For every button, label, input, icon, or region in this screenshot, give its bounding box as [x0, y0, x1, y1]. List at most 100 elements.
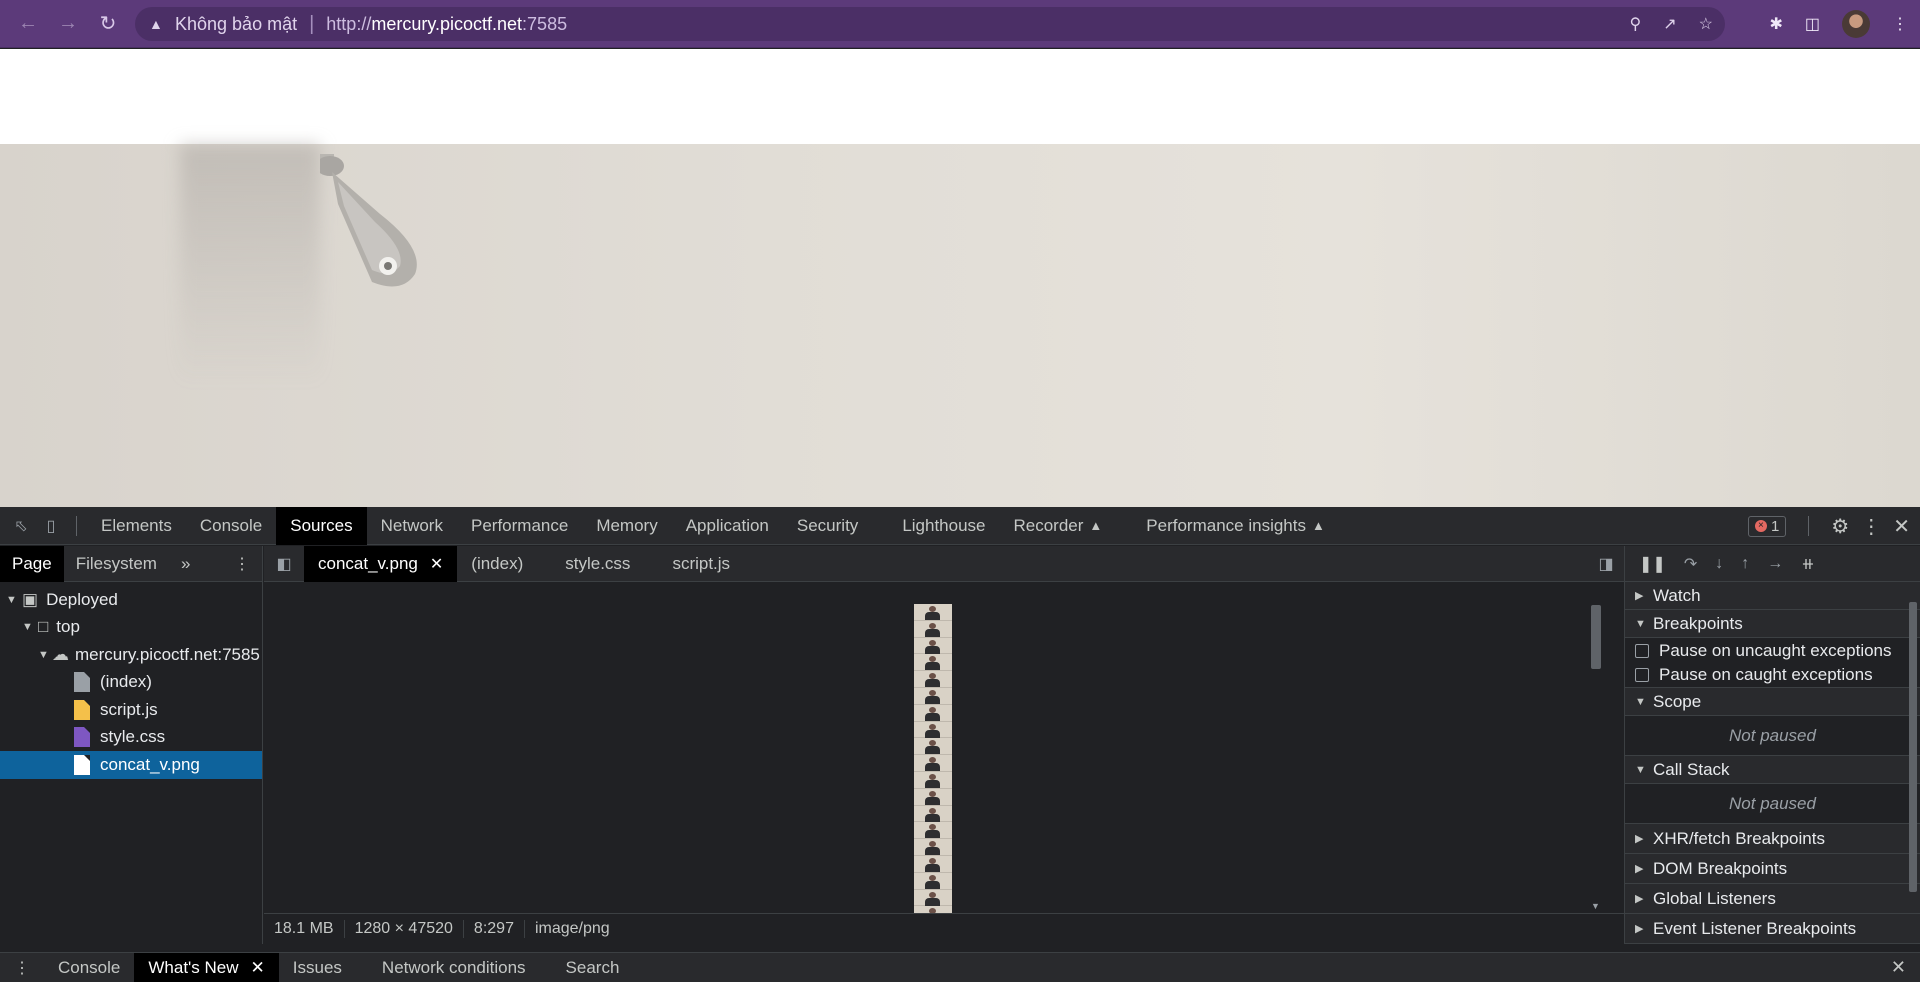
drawer-menu-icon[interactable]: ⋮ — [0, 958, 44, 978]
step-over-icon[interactable]: ↷ — [1684, 554, 1697, 574]
sidepanel-icon[interactable]: ◫ — [1805, 14, 1820, 34]
global-listeners-section[interactable]: ▶ Global Listeners — [1625, 884, 1920, 914]
tab-lighthouse[interactable]: Lighthouse — [888, 507, 999, 545]
editor-tab-script[interactable]: script.js — [658, 546, 744, 582]
person-body — [925, 847, 940, 856]
device-toolbar-icon[interactable]: ▯ — [36, 511, 66, 541]
thumbnail-frame — [914, 772, 952, 789]
expand-triangle-icon[interactable]: ▼ — [6, 594, 18, 606]
editor-tab-concat-v[interactable]: concat_v.png ✕ — [304, 545, 458, 582]
pause-uncaught-option[interactable]: Pause on uncaught exceptions — [1625, 638, 1920, 663]
tree-file-index[interactable]: (index) — [0, 669, 262, 697]
debugger-scrollbar[interactable] — [1906, 582, 1920, 944]
tree-item-deployed[interactable]: ▼ ▣ Deployed — [0, 586, 262, 614]
tab-console[interactable]: Console — [186, 507, 276, 545]
close-tab-icon[interactable]: ✕ — [430, 554, 443, 574]
expand-triangle-icon[interactable]: ▼ — [22, 621, 34, 633]
avatar[interactable] — [1842, 10, 1870, 38]
tree-item-origin[interactable]: ▼ ☁ mercury.picoctf.net:7585 — [0, 641, 262, 669]
close-devtools-icon[interactable]: ✕ — [1893, 514, 1910, 539]
watch-section[interactable]: ▶ Watch — [1625, 582, 1920, 610]
navigator-tab-filesystem[interactable]: Filesystem — [64, 546, 169, 582]
drawer-tab-search[interactable]: Search — [552, 953, 634, 982]
drawer-tab-network-conditions[interactable]: Network conditions — [368, 953, 552, 982]
step-out-icon[interactable]: ↑ — [1741, 555, 1749, 573]
toggle-debugger-icon[interactable]: ◨ — [1588, 554, 1624, 574]
wall-shadow — [180, 144, 320, 384]
frame-icon: □ — [38, 617, 49, 637]
tab-recorder[interactable]: Recorder ▲ — [1000, 507, 1133, 545]
call-stack-section[interactable]: ▼ Call Stack — [1625, 756, 1920, 784]
tree-file-concat-v[interactable]: concat_v.png — [0, 751, 262, 779]
image-preview[interactable] — [914, 604, 952, 913]
scrollbar-thumb[interactable] — [1591, 605, 1601, 669]
tab-application[interactable]: Application — [672, 507, 783, 545]
drawer-tab-issues[interactable]: Issues — [279, 953, 368, 982]
collapsed-triangle-icon: ▶ — [1635, 833, 1644, 845]
tab-performance-insights[interactable]: Performance insights ▲ — [1132, 507, 1339, 545]
expand-triangle-icon[interactable]: ▼ — [38, 649, 50, 661]
security-label[interactable]: Không bảo mật — [175, 14, 297, 35]
tree-file-style[interactable]: style.css — [0, 724, 262, 752]
dom-breakpoints-section[interactable]: ▶ DOM Breakpoints — [1625, 854, 1920, 884]
drawer-tab-whats-new[interactable]: What's New ✕ — [134, 952, 279, 982]
settings-gear-icon[interactable]: ⚙ — [1831, 514, 1849, 539]
step-icon[interactable]: → — [1767, 555, 1783, 573]
navigator-tab-page[interactable]: Page — [0, 545, 64, 582]
package-icon: ▣ — [22, 589, 39, 609]
close-drawer-icon[interactable]: ✕ — [1891, 957, 1920, 978]
tab-network[interactable]: Network — [367, 507, 457, 545]
tree-file-script[interactable]: script.js — [0, 696, 262, 724]
tab-security[interactable]: Security — [783, 507, 888, 545]
tab-sources[interactable]: Sources — [276, 506, 367, 545]
thumbnail-frame — [914, 890, 952, 907]
zoom-icon[interactable]: ⚲ — [1630, 14, 1642, 34]
cloud-icon: ☁ — [52, 644, 69, 664]
editor-tab-index[interactable]: (index) — [457, 546, 551, 582]
deactivate-breakpoints-icon[interactable]: ⧺ — [1801, 554, 1814, 574]
reload-icon[interactable]: ↻ — [88, 4, 128, 44]
pause-caught-checkbox[interactable] — [1635, 668, 1649, 682]
person-body — [925, 796, 940, 805]
navigator-menu-icon[interactable]: ⋮ — [234, 554, 262, 574]
more-tabs-icon[interactable]: » — [169, 546, 202, 582]
pause-uncaught-checkbox[interactable] — [1635, 643, 1649, 658]
pause-icon[interactable]: ❚❚ — [1639, 554, 1666, 574]
tab-performance[interactable]: Performance — [457, 507, 582, 545]
share-icon[interactable]: ↗ — [1663, 14, 1676, 34]
tab-memory[interactable]: Memory — [582, 507, 671, 545]
kebab-menu-icon[interactable]: ⋮ — [1892, 14, 1908, 34]
error-icon: × — [1754, 520, 1767, 532]
xhr-breakpoints-section[interactable]: ▶ XHR/fetch Breakpoints — [1625, 824, 1920, 854]
person-body — [925, 780, 940, 788]
scrollbar-thumb[interactable] — [1909, 602, 1917, 892]
pause-caught-option[interactable]: Pause on caught exceptions — [1625, 663, 1920, 688]
scroll-down-icon[interactable]: ▼ — [1591, 901, 1600, 911]
person-body — [925, 880, 940, 889]
devtools-menu-icon[interactable]: ⋮ — [1861, 514, 1881, 539]
url-text[interactable]: http://mercury.picoctf.net:7585 — [326, 14, 567, 35]
image-file-icon — [74, 754, 90, 775]
breakpoints-section[interactable]: ▼ Breakpoints — [1625, 610, 1920, 638]
editor-tab-style[interactable]: style.css — [551, 546, 658, 582]
editor-scrollbar[interactable]: ▼ — [1588, 583, 1604, 913]
inspect-element-icon[interactable]: ⬁ — [6, 511, 36, 541]
extensions-icon[interactable]: ✱ — [1769, 14, 1782, 34]
image-dimensions: 1280 × 47520 — [345, 920, 464, 938]
person-body — [925, 645, 940, 654]
forward-icon[interactable]: → — [48, 4, 88, 44]
step-into-icon[interactable]: ↓ — [1715, 555, 1723, 573]
drawer-tab-console[interactable]: Console — [44, 953, 134, 982]
error-count-badge[interactable]: × 1 — [1747, 515, 1787, 537]
toggle-navigator-icon[interactable]: ◧ — [264, 554, 304, 574]
back-icon[interactable]: ← — [8, 4, 48, 44]
event-listener-breakpoints-section[interactable]: ▶ Event Listener Breakpoints — [1625, 914, 1920, 944]
tab-elements[interactable]: Elements — [87, 507, 186, 545]
toolbar-divider — [76, 515, 77, 536]
star-icon[interactable]: ☆ — [1699, 14, 1713, 34]
warning-icon[interactable]: ▲ — [149, 16, 165, 32]
tree-item-top[interactable]: ▼ □ top — [0, 614, 262, 642]
close-tab-icon[interactable]: ✕ — [251, 958, 265, 978]
address-bar[interactable]: ▲ Không bảo mật | http://mercury.picoctf… — [135, 7, 1725, 41]
scope-section[interactable]: ▼ Scope — [1625, 688, 1920, 716]
